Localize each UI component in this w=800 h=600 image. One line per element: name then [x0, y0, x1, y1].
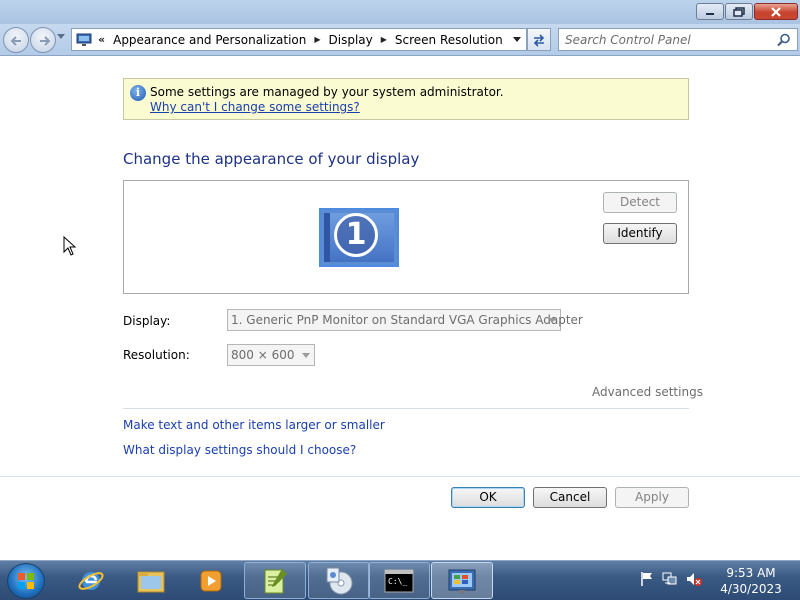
monitor-taskbar-graphic [324, 213, 330, 262]
close-icon [771, 6, 781, 17]
mouse-cursor-icon [63, 236, 77, 256]
nav-buttons [3, 27, 69, 53]
refresh-icon [533, 33, 545, 47]
search-icon[interactable] [777, 33, 791, 47]
admin-notice-text: Some settings are managed by your system… [150, 85, 504, 99]
svg-text:C:\_: C:\_ [388, 577, 407, 586]
monitor-arrangement-panel: 1 Detect Identify [123, 180, 689, 294]
breadcrumb-screen-resolution[interactable]: Screen Resolution [395, 33, 503, 47]
chevron-down-icon [548, 318, 556, 323]
admin-notice-bar: i Some settings are managed by your syst… [123, 78, 689, 120]
breadcrumb-display[interactable]: Display [329, 33, 373, 47]
command-prompt-icon: C:\_ [384, 569, 414, 592]
chevron-down-icon [513, 37, 521, 42]
network-icon[interactable] [662, 571, 678, 587]
close-button[interactable] [754, 3, 798, 20]
taskbar-media-player[interactable] [180, 562, 242, 599]
detect-button[interactable]: Detect [603, 192, 677, 213]
breadcrumb: Appearance and Personalization ▶ Display… [113, 33, 503, 47]
notepad-plus-plus-icon [264, 568, 287, 593]
display-select-value: 1. Generic PnP Monitor on Standard VGA G… [231, 313, 583, 327]
windows-logo-icon [18, 573, 34, 589]
footer-divider [0, 476, 800, 477]
taskbar-notepad-plus-plus[interactable] [244, 562, 306, 599]
refresh-button[interactable] [527, 28, 551, 51]
start-button[interactable] [7, 563, 45, 599]
volume-muted-icon[interactable] [686, 571, 702, 587]
text-size-link[interactable]: Make text and other items larger or smal… [123, 418, 385, 432]
display-settings-help-link[interactable]: What display settings should I choose? [123, 443, 356, 457]
identify-button[interactable]: Identify [603, 223, 677, 244]
disc-burner-icon [326, 567, 353, 594]
media-player-icon [200, 570, 222, 591]
taskbar-file-explorer[interactable] [120, 562, 182, 599]
control-panel-monitor-icon [76, 33, 92, 46]
minimize-icon [706, 12, 714, 15]
restore-button[interactable] [725, 3, 753, 20]
recent-pages-dropdown-icon[interactable] [57, 34, 65, 40]
system-tray [640, 571, 702, 587]
cancel-button[interactable]: Cancel [533, 487, 607, 508]
back-button[interactable] [3, 27, 29, 53]
page-title: Change the appearance of your display [123, 150, 420, 168]
navigation-bar: « Appearance and Personalization ▶ Displ… [0, 24, 800, 56]
address-dropdown-button[interactable] [510, 33, 524, 47]
clock[interactable]: 9:53 AM 4/30/2023 [712, 565, 790, 597]
taskbar: C:\_ 9:53 AM 4/30/2023 [0, 560, 800, 600]
taskbar-command-prompt[interactable]: C:\_ [368, 562, 430, 599]
internet-explorer-icon [78, 571, 104, 590]
chevron-down-icon [302, 353, 310, 358]
display-select[interactable]: 1. Generic PnP Monitor on Standard VGA G… [227, 309, 583, 331]
window-title-bar [0, 0, 800, 24]
minimize-button[interactable] [696, 3, 724, 20]
taskbar-internet-explorer[interactable] [60, 562, 122, 599]
monitor-number: 1 [334, 213, 378, 257]
action-center-flag-icon[interactable] [640, 571, 654, 587]
why-cant-change-link[interactable]: Why can't I change some settings? [150, 100, 360, 114]
apply-button[interactable]: Apply [615, 487, 689, 508]
display-label: Display: [123, 314, 171, 328]
taskbar-control-panel[interactable] [431, 562, 493, 599]
forward-button[interactable] [30, 27, 56, 53]
clock-time: 9:53 AM [726, 566, 776, 580]
restore-icon [733, 6, 745, 17]
info-icon: i [130, 85, 146, 101]
section-divider [123, 408, 689, 409]
advanced-settings-link[interactable]: Advanced settings [592, 385, 703, 399]
search-box[interactable] [558, 28, 798, 51]
resolution-select[interactable]: 800 × 600 [227, 344, 315, 366]
control-panel-content: i Some settings are managed by your syst… [0, 57, 800, 560]
breadcrumb-overflow[interactable]: « [98, 33, 105, 46]
breadcrumb-appearance[interactable]: Appearance and Personalization [113, 33, 306, 47]
search-input[interactable] [559, 29, 769, 50]
ok-button[interactable]: OK [451, 487, 525, 508]
resolution-select-value: 800 × 600 [231, 348, 295, 362]
chevron-right-icon[interactable]: ▶ [381, 35, 387, 44]
monitor-1-thumbnail[interactable]: 1 [319, 208, 399, 267]
chevron-right-icon[interactable]: ▶ [314, 35, 320, 44]
taskbar-disc-burner[interactable] [308, 562, 370, 599]
control-panel-icon [448, 569, 476, 593]
forward-arrow-icon [40, 36, 51, 46]
window-controls [696, 3, 798, 20]
file-explorer-icon [137, 571, 165, 592]
address-bar[interactable]: « Appearance and Personalization ▶ Displ… [71, 28, 527, 51]
back-arrow-icon [10, 36, 21, 46]
clock-date: 4/30/2023 [720, 582, 782, 596]
resolution-label: Resolution: [123, 348, 190, 362]
